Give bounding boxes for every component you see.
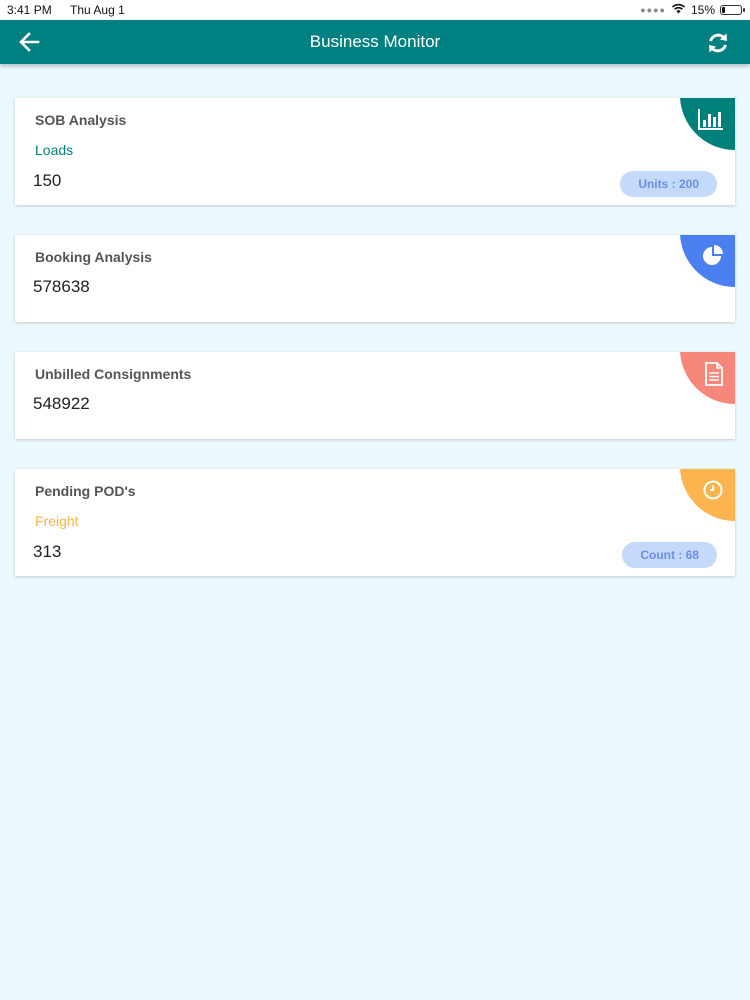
wifi-icon (671, 3, 686, 17)
count-badge: Count : 68 (622, 542, 717, 568)
status-bar: 3:41 PM Thu Aug 1 ●●●● 15% (0, 0, 750, 20)
status-time: 3:41 PM (7, 3, 52, 17)
card-value: 578638 (33, 277, 90, 296)
status-right: ●●●● 15% (640, 3, 745, 17)
card-value: 548922 (33, 394, 90, 413)
card-value: 150 (33, 171, 62, 190)
sob-analysis-card[interactable]: SOB Analysis Loads 150 Units : 200 (15, 98, 735, 205)
status-date: Thu Aug 1 (70, 3, 125, 17)
card-corner (680, 352, 735, 404)
units-badge: Units : 200 (620, 171, 717, 197)
card-title: SOB Analysis (35, 112, 127, 128)
document-icon (705, 362, 723, 386)
cellular-signal-icon: ●●●● (640, 5, 666, 15)
card-title: Unbilled Consignments (35, 366, 192, 382)
app-bar: Business Monitor (0, 20, 750, 64)
battery-fill (722, 7, 725, 13)
card-subtitle: Loads (35, 142, 74, 158)
card-corner (680, 469, 735, 521)
clock-icon (703, 480, 723, 500)
card-corner (680, 98, 735, 150)
card-value: 313 (33, 542, 62, 561)
status-left: 3:41 PM Thu Aug 1 (7, 3, 125, 17)
refresh-icon (709, 33, 727, 53)
unbilled-consignments-card[interactable]: Unbilled Consignments 548922 (15, 352, 735, 439)
card-list: SOB Analysis Loads 150 Units : 200 Booki… (15, 98, 735, 576)
page-title: Business Monitor (309, 32, 441, 51)
card-corner (680, 235, 735, 287)
booking-analysis-card[interactable]: Booking Analysis 578638 (15, 235, 735, 322)
battery-percent: 15% (690, 3, 715, 17)
pie-chart-icon (703, 245, 723, 265)
bar-chart-icon (698, 109, 723, 130)
pending-pods-card[interactable]: Pending POD's Freight 313 Count : 68 (15, 469, 735, 576)
card-subtitle: Freight (35, 513, 79, 529)
battery-icon (720, 5, 745, 15)
card-title: Pending POD's (35, 483, 136, 499)
refresh-button[interactable] (704, 29, 732, 57)
card-title: Booking Analysis (35, 249, 152, 265)
